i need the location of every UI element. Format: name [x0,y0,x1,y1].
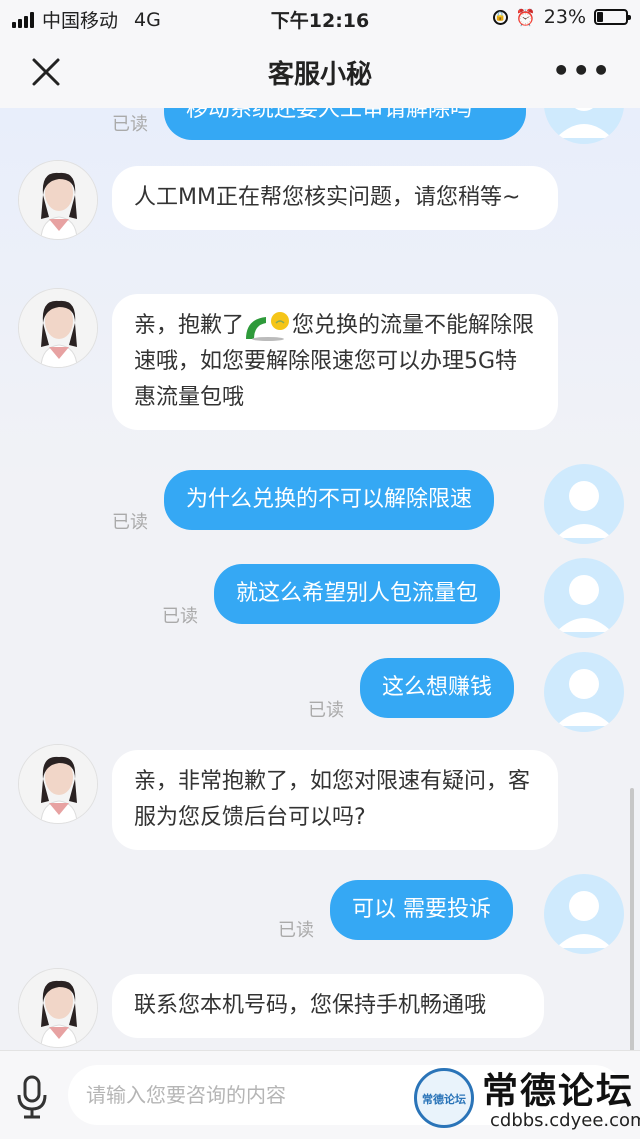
input-placeholder: 请输入您要咨询的内容 [86,1083,286,1107]
user-avatar[interactable] [544,108,624,144]
read-receipt: 已读 [112,512,148,533]
agent-avatar[interactable] [18,288,98,368]
agent-avatar[interactable] [18,968,98,1048]
message-text: 就这么希望别人包流量包 [236,581,479,606]
watermark-name: 常德论坛 [482,1070,635,1112]
message-bubble-agent: 联系您本机号码，您保持手机畅通哦 [112,974,544,1038]
alarm-icon: ⏰ [515,7,536,27]
user-avatar[interactable] [544,464,624,544]
read-receipt: 已读 [162,606,198,627]
page-title: 客服小秘 [267,60,372,90]
message-text: 移动系统还要人工审请解除吗 [186,108,473,122]
nav-bar: 客服小秘 ••• [0,36,640,108]
orientation-lock-icon: 🔒 [492,9,508,25]
more-icon[interactable]: ••• [552,54,612,87]
agent-avatar[interactable] [18,160,98,240]
battery-percent: 23% [543,6,586,28]
sorry-emoji-icon [244,311,292,341]
watermark: 常德论坛 常德论坛 cdbbs.cdyee.com [410,1062,640,1138]
message-text-before: 亲，抱歉了 [134,313,245,338]
user-avatar[interactable] [544,874,624,954]
microphone-icon[interactable] [14,1073,50,1121]
message-bubble-user: 这么想赚钱 [360,658,515,718]
message-bubble-user: 为什么兑换的不可以解除限速 [164,470,495,530]
message-bubble-agent: 亲，非常抱歉了，如您对限速有疑问，客服为您反馈后台可以吗? [112,750,558,850]
user-avatar[interactable] [544,652,624,732]
read-receipt: 已读 [278,920,314,941]
watermark-logo-icon: 常德论坛 [414,1068,474,1128]
message-text: 为什么兑换的不可以解除限速 [186,487,473,512]
read-receipt: 已读 [308,700,344,721]
message-text: 人工MM正在帮您核实问题，请您稍等~ [134,185,521,210]
chat-area[interactable]: 移动系统还要人工审请解除吗 已读 人工MM正在帮您核实问题，请您稍等~ 亲，抱歉… [0,108,640,1050]
message-text: 联系您本机号码，您保持手机畅通哦 [134,993,487,1018]
message-bubble-agent: 人工MM正在帮您核实问题，请您稍等~ [112,166,558,230]
message-bubble-agent: 亲，抱歉了 您兑换的流量不能解除限速哦，如您要解除限速您可以办理5G特惠流量包哦 [112,294,558,430]
watermark-badge: 常德论坛 [422,1093,466,1106]
status-right: 🔒 ⏰ 23% [492,6,631,28]
battery-icon [594,9,631,25]
chat-scrollbar[interactable] [630,788,634,1050]
read-receipt: 已读 [112,114,148,135]
watermark-url: cdbbs.cdyee.com [490,1110,640,1131]
message-text: 可以 需要投诉 [352,897,491,922]
message-text: 亲，非常抱歉了，如您对限速有疑问，客服为您反馈后台可以吗? [134,769,531,830]
message-bubble-user: 就这么希望别人包流量包 [214,564,501,624]
message-bubble-user: 可以 需要投诉 [330,880,513,940]
agent-avatar[interactable] [18,744,98,824]
message-text: 这么想赚钱 [382,675,493,700]
status-bar: 中国移动 4G 下午12:16 🔒 ⏰ 23% [0,0,640,36]
message-bubble-user: 移动系统还要人工审请解除吗 [164,108,526,140]
user-avatar[interactable] [544,558,624,638]
